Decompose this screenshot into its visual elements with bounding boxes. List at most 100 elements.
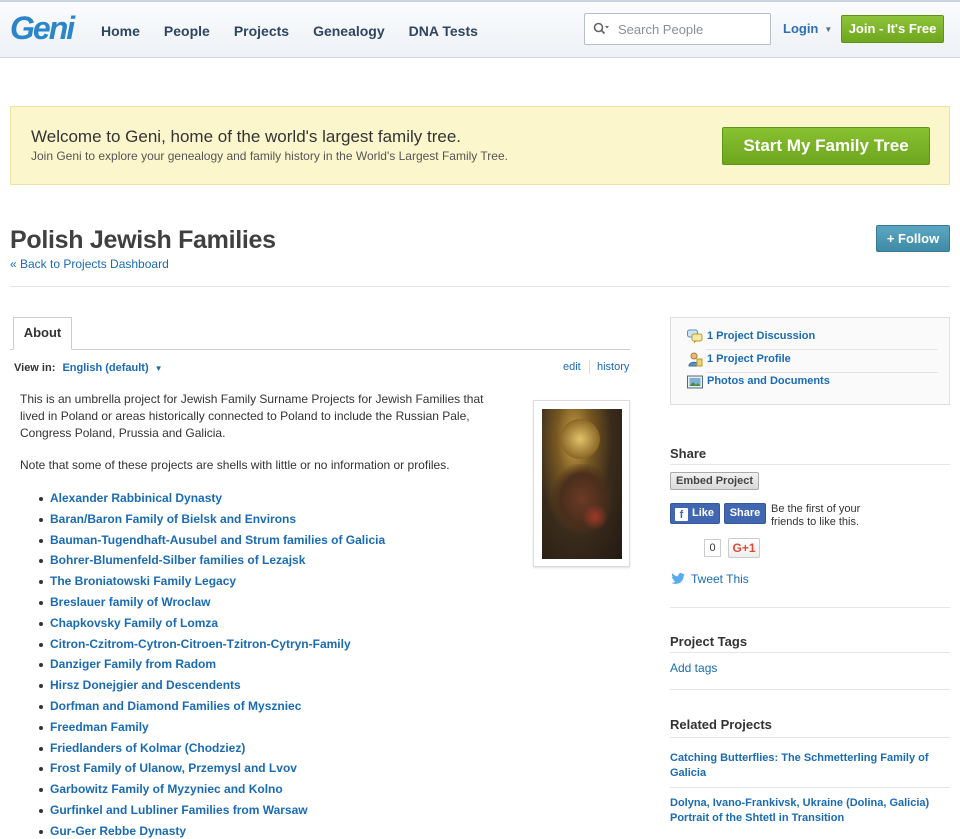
tweet-label: Tweet This bbox=[691, 572, 749, 586]
search-box bbox=[584, 13, 771, 45]
divider bbox=[670, 787, 950, 788]
list-item: Alexander Rabbinical Dynasty bbox=[38, 488, 385, 509]
list-item: Chapkovsky Family of Lomza bbox=[38, 613, 385, 634]
list-item: Freedman Family bbox=[38, 717, 385, 738]
project-link[interactable]: Baran/Baron Family of Bielsk and Environ… bbox=[50, 512, 296, 526]
twitter-icon bbox=[671, 573, 685, 584]
page-title: Polish Jewish Families bbox=[10, 226, 276, 254]
search-icon[interactable] bbox=[593, 22, 609, 36]
tweet-this-link[interactable]: Tweet This bbox=[670, 572, 749, 586]
discussion-label: 1 Project Discussion bbox=[707, 330, 816, 342]
project-link[interactable]: Frost Family of Ulanow, Przemysl and Lvo… bbox=[50, 761, 297, 775]
discussion-icon bbox=[687, 329, 703, 343]
project-description: This is an umbrella project for Jewish F… bbox=[20, 392, 484, 440]
related-project-link[interactable]: Dolyna, Ivano-Frankivsk, Ukraine (Dolina… bbox=[670, 796, 940, 826]
view-in-language: View in: English (default) ▼ bbox=[14, 362, 163, 374]
list-item: Friedlanders of Kolmar (Chodziez) bbox=[38, 738, 385, 759]
chevron-down-icon: ▼ bbox=[824, 25, 833, 35]
list-item: Danziger Family from Radom bbox=[38, 654, 385, 675]
list-item: Gur-Ger Rebbe Dynasty bbox=[38, 821, 385, 839]
project-link[interactable]: Bauman-Tugendhaft-Ausubel and Strum fami… bbox=[50, 533, 385, 547]
project-link[interactable]: Dorfman and Diamond Families of Myszniec bbox=[50, 699, 301, 713]
welcome-heading: Welcome to Geni, home of the world's lar… bbox=[31, 127, 461, 146]
project-profile-link[interactable]: 1 Project Profile bbox=[687, 351, 791, 367]
divider bbox=[670, 652, 950, 653]
project-link[interactable]: Citron-Czitrom-Cytron-Citroen-Tzitron-Cy… bbox=[50, 637, 351, 651]
divider bbox=[706, 349, 938, 350]
project-image-frame[interactable] bbox=[533, 400, 630, 567]
welcome-subtext: Join Geni to explore your genealogy and … bbox=[31, 149, 508, 163]
tab-underline bbox=[10, 349, 630, 350]
nav-home[interactable]: Home bbox=[101, 23, 140, 39]
list-item: Frost Family of Ulanow, Przemysl and Lvo… bbox=[38, 758, 385, 779]
gplus-count: 0 bbox=[704, 539, 721, 557]
project-link[interactable]: Garbowitz Family of Myzyniec and Kolno bbox=[50, 782, 283, 796]
geni-logo[interactable]: Geni bbox=[10, 12, 75, 44]
profile-icon bbox=[688, 352, 703, 366]
project-list: Alexander Rabbinical Dynasty Baran/Baron… bbox=[38, 488, 385, 839]
list-item: Citron-Czitrom-Cytron-Citroen-Tzitron-Cy… bbox=[38, 634, 385, 655]
back-to-projects-link[interactable]: « Back to Projects Dashboard bbox=[10, 257, 169, 271]
project-link[interactable]: Friedlanders of Kolmar (Chodziez) bbox=[50, 741, 245, 755]
project-note: Note that some of these projects are she… bbox=[20, 458, 450, 472]
list-item: Dorfman and Diamond Families of Myszniec bbox=[38, 696, 385, 717]
view-in-label: View in: bbox=[14, 362, 56, 374]
edit-link[interactable]: edit bbox=[563, 361, 581, 373]
profile-label: 1 Project Profile bbox=[707, 353, 791, 365]
share-heading: Share bbox=[670, 446, 707, 461]
related-project-link[interactable]: Catching Butterflies: The Schmetterling … bbox=[670, 751, 940, 781]
divider bbox=[670, 737, 950, 738]
welcome-banner: Welcome to Geni, home of the world's lar… bbox=[10, 106, 950, 185]
facebook-share-button[interactable]: Share bbox=[724, 503, 766, 524]
list-item: Baran/Baron Family of Bielsk and Environ… bbox=[38, 509, 385, 530]
project-link[interactable]: Breslauer family of Wroclaw bbox=[50, 595, 211, 609]
project-link[interactable]: The Broniatowski Family Legacy bbox=[50, 574, 236, 588]
add-tags-link[interactable]: Add tags bbox=[670, 661, 717, 675]
list-item: The Broniatowski Family Legacy bbox=[38, 571, 385, 592]
start-family-tree-button[interactable]: Start My Family Tree bbox=[722, 127, 930, 165]
project-link[interactable]: Gur-Ger Rebbe Dynasty bbox=[50, 824, 186, 838]
search-people-input[interactable] bbox=[618, 20, 763, 38]
history-link[interactable]: history bbox=[597, 361, 629, 373]
embed-project-button[interactable]: Embed Project bbox=[670, 472, 759, 490]
nav-genealogy[interactable]: Genealogy bbox=[313, 23, 385, 39]
nav-dna-tests[interactable]: DNA Tests bbox=[409, 23, 478, 39]
fb-like-label: Like bbox=[692, 507, 715, 519]
photos-label: Photos and Documents bbox=[707, 375, 830, 387]
top-navigation-bar: Geni Home People Projects Genealogy DNA … bbox=[0, 0, 960, 58]
nav-projects[interactable]: Projects bbox=[234, 23, 289, 39]
divider bbox=[670, 689, 950, 690]
project-tags-heading: Project Tags bbox=[670, 634, 748, 649]
list-item: Bohrer-Blumenfeld-Silber families of Lez… bbox=[38, 550, 385, 571]
list-item: Hirsz Donejgier and Descendents bbox=[38, 675, 385, 696]
photos-documents-link[interactable]: Photos and Documents bbox=[687, 373, 830, 389]
chevron-down-icon[interactable]: ▼ bbox=[155, 364, 163, 373]
language-select[interactable]: English (default) bbox=[62, 362, 148, 374]
related-projects-heading: Related Projects bbox=[670, 717, 772, 732]
divider bbox=[670, 607, 950, 608]
photos-icon bbox=[687, 375, 703, 388]
divider bbox=[10, 286, 950, 287]
project-link[interactable]: Bohrer-Blumenfeld-Silber families of Lez… bbox=[50, 553, 305, 567]
project-link[interactable]: Chapkovsky Family of Lomza bbox=[50, 616, 218, 630]
project-link[interactable]: Danziger Family from Radom bbox=[50, 657, 216, 671]
main-nav: Home People Projects Genealogy DNA Tests bbox=[101, 23, 502, 39]
gplus-button[interactable]: G+1 bbox=[728, 538, 760, 558]
project-link[interactable]: Alexander Rabbinical Dynasty bbox=[50, 491, 222, 505]
login-dropdown[interactable]: Login ▼ bbox=[783, 21, 832, 36]
project-links-box: 1 Project Discussion 1 Project Profile P… bbox=[670, 317, 950, 405]
tab-about[interactable]: About bbox=[13, 317, 72, 350]
project-link[interactable]: Freedman Family bbox=[50, 720, 149, 734]
follow-button[interactable]: + Follow bbox=[876, 225, 950, 252]
project-discussion-link[interactable]: 1 Project Discussion bbox=[687, 328, 815, 344]
project-link[interactable]: Hirsz Donejgier and Descendents bbox=[50, 678, 241, 692]
list-item: Gurfinkel and Lubliner Families from War… bbox=[38, 800, 385, 821]
list-item: Breslauer family of Wroclaw bbox=[38, 592, 385, 613]
divider bbox=[670, 464, 950, 465]
nav-people[interactable]: People bbox=[164, 23, 210, 39]
facebook-like-button[interactable]: f Like bbox=[670, 503, 720, 524]
project-link[interactable]: Gurfinkel and Lubliner Families from War… bbox=[50, 803, 308, 817]
join-free-button[interactable]: Join - It's Free bbox=[841, 15, 944, 43]
list-item: Garbowitz Family of Myzyniec and Kolno bbox=[38, 779, 385, 800]
facebook-like-text: Be the first of your friends to like thi… bbox=[771, 503, 861, 528]
